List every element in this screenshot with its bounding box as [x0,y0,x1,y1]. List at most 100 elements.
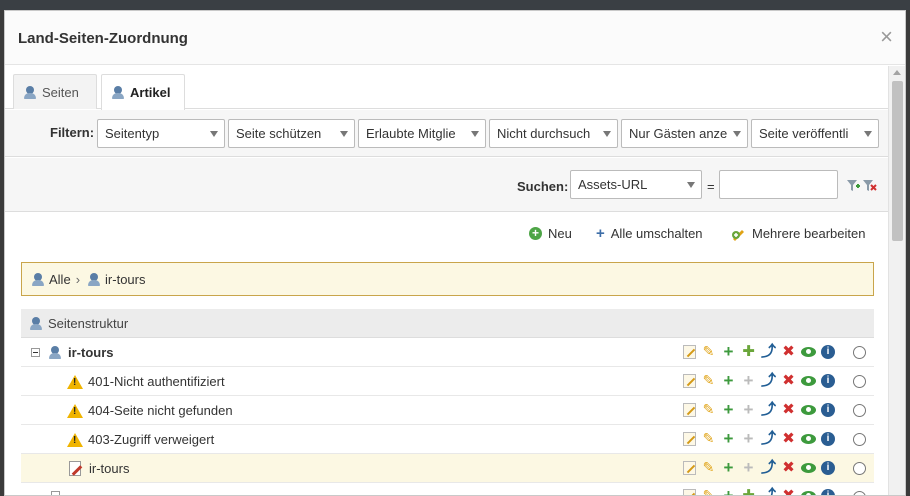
info-icon[interactable]: i [821,402,835,417]
move-icon[interactable]: ⤴ [761,431,776,446]
row-actions: ✎ + ✚ ⤴ ✖ i [683,343,835,360]
edit-page-icon[interactable] [683,344,696,359]
move-icon[interactable]: ⤴ [761,460,776,475]
edit-page-icon[interactable] [683,373,696,388]
add-child-disabled-icon: + [743,458,754,477]
filter-select-nicht-durchsuchbar[interactable]: Nicht durchsuch [489,119,618,148]
pencil-icon[interactable]: ✎ [701,431,716,446]
move-icon[interactable]: ⤴ [761,402,776,417]
delete-icon[interactable]: ✖ [781,373,796,388]
modal-dialog: Land-Seiten-Zuordnung × Seiten Artikel F… [4,10,906,496]
pencil-icon[interactable]: ✎ [701,373,716,388]
edit-page-icon[interactable] [683,488,696,495]
tree-row-label[interactable]: 401-Nicht authentifiziert [88,374,225,389]
select-radio[interactable] [853,491,866,495]
tree-row-label[interactable]: ir-tours [68,345,114,360]
tree-row[interactable]: ir-tours ✎ + ✚ ⤴ ✖ i [21,338,874,367]
pencil-icon[interactable]: ✎ [701,344,716,359]
user-icon [32,272,44,286]
breadcrumb: Alle › ir-tours [21,262,874,296]
tab-label: Artikel [130,85,171,100]
add-icon[interactable]: + [721,459,736,476]
search-field-select[interactable]: Assets-URL [570,170,702,199]
filter-select-seitentyp[interactable]: Seitentyp [97,119,225,148]
breadcrumb-item-alle[interactable]: Alle [49,272,71,287]
edit-page-icon[interactable] [683,460,696,475]
delete-icon[interactable]: ✖ [781,344,796,359]
add-icon[interactable]: + [721,343,736,360]
add-icon[interactable]: + [721,487,736,495]
edit-multiple-button[interactable]: Mehrere bearbeiten [731,226,865,241]
tree-header: Seitenstruktur [21,309,874,338]
chevron-down-icon [733,131,741,137]
info-icon[interactable]: i [821,344,835,359]
tab-seiten[interactable]: Seiten [13,74,97,109]
move-icon[interactable]: ⤴ [761,373,776,388]
eye-icon[interactable] [801,404,816,415]
delete-icon[interactable]: ✖ [781,460,796,475]
eye-icon[interactable] [801,490,816,495]
filter-clear-icon[interactable] [863,180,877,192]
eye-icon[interactable] [801,462,816,473]
row-actions: ✎ + + ⤴ ✖ i [683,401,835,418]
info-icon[interactable]: i [821,431,835,446]
add-icon[interactable]: + [721,372,736,389]
tree-row[interactable]: 403-Zugriff verweigert ✎ + + ⤴ ✖ i [21,425,874,454]
search-input[interactable] [719,170,838,199]
tree-row-selected[interactable]: ir-tours ✎ + + ⤴ ✖ i [21,454,874,483]
delete-icon[interactable]: ✖ [781,402,796,417]
filter-select-nur-gaesten[interactable]: Nur Gästen anze [621,119,748,148]
expand-icon[interactable] [51,491,60,495]
filter-add-icon[interactable] [847,180,861,192]
collapse-icon[interactable] [31,348,40,357]
plus-icon: + [596,225,605,242]
tree-header-label: Seitenstruktur [48,315,129,331]
delete-icon[interactable]: ✖ [781,431,796,446]
add-icon[interactable]: + [721,401,736,418]
info-icon[interactable]: i [821,488,835,495]
scroll-up-icon[interactable] [893,70,901,75]
select-radio[interactable] [853,462,866,475]
warning-icon [67,375,83,389]
edit-page-icon[interactable] [683,402,696,417]
scroll-thumb[interactable] [892,81,903,241]
eye-icon[interactable] [801,346,816,357]
select-radio[interactable] [853,346,866,359]
info-icon[interactable]: i [821,373,835,388]
move-icon[interactable]: ⤴ [761,488,776,495]
toggle-all-button[interactable]: + Alle umschalten [596,226,703,241]
pencil-icon[interactable]: ✎ [701,402,716,417]
search-label: Suchen: [517,179,569,194]
breadcrumb-item-ir-tours[interactable]: ir-tours [105,272,145,287]
tree-row-label[interactable]: 403-Zugriff verweigert [88,432,214,447]
pencil-icon[interactable]: ✎ [701,488,716,496]
tab-artikel[interactable]: Artikel [101,74,185,110]
add-child-icon[interactable]: ✚ [741,344,756,359]
scrollbar[interactable] [888,66,905,495]
eye-icon[interactable] [801,375,816,386]
add-child-icon[interactable]: ✚ [741,488,756,495]
tree-row[interactable]: 401-Nicht authentifiziert ✎ + + ⤴ ✖ i [21,367,874,396]
filter-select-erlaubte-mitglieder[interactable]: Erlaubte Mitglie [358,119,486,148]
pencil-icon[interactable]: ✎ [701,460,716,475]
edit-multiple-icon [732,230,744,241]
new-button[interactable]: + Neu [529,226,572,241]
filter-select-seite-veroeffentlichen[interactable]: Seite veröffentli [751,119,879,148]
select-radio[interactable] [853,433,866,446]
select-value: Nicht durchsuch [497,126,591,141]
delete-icon[interactable]: ✖ [781,488,796,495]
close-icon[interactable]: × [880,26,893,48]
filter-select-seite-schuetzen[interactable]: Seite schützen [228,119,355,148]
tree-row-label[interactable]: ir-tours [89,461,129,476]
eye-icon[interactable] [801,433,816,444]
tree-row-partial[interactable]: ✎ + ✚ ⤴ ✖ i [21,483,874,496]
chevron-down-icon [210,131,218,137]
move-icon[interactable]: ⤴ [761,344,776,359]
tree-row[interactable]: 404-Seite nicht gefunden ✎ + + ⤴ ✖ i [21,396,874,425]
edit-page-icon[interactable] [683,431,696,446]
select-radio[interactable] [853,375,866,388]
add-icon[interactable]: + [721,430,736,447]
tree-row-label[interactable]: 404-Seite nicht gefunden [88,403,233,418]
select-radio[interactable] [853,404,866,417]
info-icon[interactable]: i [821,460,835,475]
